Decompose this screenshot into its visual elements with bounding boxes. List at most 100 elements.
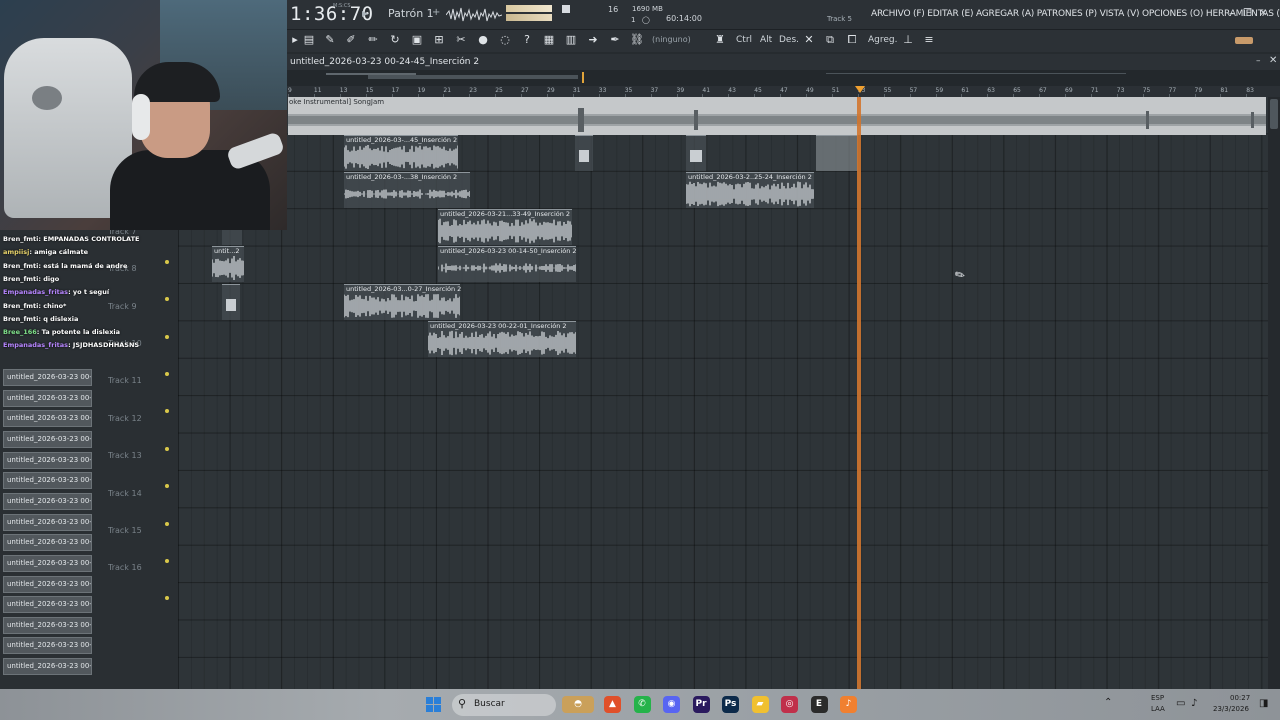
whatsapp-icon[interactable]: ✆	[633, 696, 651, 713]
arrow-right-icon[interactable]: ➜	[586, 33, 600, 47]
clip-browser-item[interactable]: untitled_2026-03-23 00-	[3, 451, 92, 469]
clip-browser-item[interactable]: untitled_2026-03-23 00-	[3, 410, 92, 428]
copy-icon[interactable]: ⧉	[823, 33, 837, 47]
clip-browser-item[interactable]: untitled_2026-03-23 00-	[3, 616, 92, 634]
help-icon[interactable]: ?	[520, 33, 534, 47]
photoshop-icon[interactable]: Ps	[722, 696, 739, 713]
clip-browser-item[interactable]: untitled_2026-03-23 00-	[3, 472, 92, 490]
premiere-icon[interactable]: Pr	[692, 696, 710, 713]
audio-clip[interactable]: untitled_2026-03...0-27_Inserción 2	[344, 284, 461, 320]
browser-icon[interactable]: ▤	[302, 33, 316, 47]
clip-browser-item[interactable]: untitled_2026-03-23 00-	[3, 389, 92, 407]
clip-browser-item[interactable]: untitled_2026-03-23 00-	[3, 492, 92, 510]
track-active-dot[interactable]	[165, 559, 169, 563]
taskbar-search[interactable]: ⚲ Buscar	[452, 694, 556, 716]
track-active-dot[interactable]	[165, 409, 169, 414]
short-audio-clip[interactable]	[222, 284, 240, 320]
clip-browser-item[interactable]: untitled_2026-03-23 00-	[3, 637, 92, 655]
brave-icon[interactable]: ▲	[604, 696, 621, 713]
play-mode-icon[interactable]: ▶	[362, 9, 368, 18]
clip-browser-item[interactable]: untitled_2026-03-23 00-	[3, 369, 92, 386]
epic-games-icon[interactable]: E	[810, 696, 828, 713]
volume-icon[interactable]: ♪	[1191, 698, 1197, 709]
pen-icon[interactable]: ✒	[608, 33, 622, 47]
loop-icon[interactable]: ↻	[388, 33, 402, 47]
trash-icon[interactable]: ≡	[922, 33, 936, 47]
tray-expand-icon[interactable]: ⌃	[1104, 697, 1112, 708]
vertical-scrollbar[interactable]	[1268, 97, 1280, 689]
bell-icon[interactable]: ♜	[713, 33, 727, 47]
audio-clip[interactable]: untitled_2026-03-23 00-14-50_Inserción 2	[438, 246, 577, 282]
burger-app-icon[interactable]: ◓	[562, 696, 594, 713]
add-pattern-icon[interactable]: +	[432, 7, 440, 18]
short-audio-clip[interactable]	[575, 135, 593, 171]
brush-icon[interactable]: ✐	[344, 33, 358, 47]
audio-clip[interactable]: untitled_2026-03-...38_Inserción 2	[344, 172, 470, 208]
stop-icon[interactable]	[562, 5, 570, 13]
audio-clip[interactable]: untitled_2026-03-23 00-22-01_Inserción 2	[428, 321, 576, 357]
clip-browser-item[interactable]: untitled_2026-03-23 00-	[3, 430, 92, 448]
notifications-icon[interactable]: ◨	[1259, 698, 1268, 709]
fl-studio-icon[interactable]: ♪	[840, 696, 857, 713]
clip-browser-item[interactable]: untitled_2026-03-23 00-	[3, 575, 92, 593]
clip-browser-item[interactable]: untitled_2026-03-23 00-	[3, 513, 92, 531]
chat-icon[interactable]: ◌	[498, 33, 512, 47]
save-icon[interactable]: ▣	[410, 33, 424, 47]
horizontal-scrollbar[interactable]	[368, 75, 578, 79]
record-icon[interactable]: ●	[476, 33, 490, 47]
playlist-minimize-icon[interactable]: –	[1256, 56, 1261, 66]
piano-icon[interactable]: ▥	[564, 33, 578, 47]
track-active-dot[interactable]	[165, 521, 169, 526]
short-audio-clip[interactable]	[686, 135, 706, 171]
delete-icon[interactable]: ✕	[802, 33, 816, 47]
overview-strip[interactable]	[286, 70, 1280, 86]
discord-icon[interactable]: ◉	[663, 696, 680, 713]
clip-browser-item[interactable]: untitled_2026-03-23 00-	[3, 554, 92, 572]
alt-button[interactable]: Alt	[760, 35, 772, 45]
snap-icon[interactable]: ⊥	[901, 33, 915, 47]
add-button[interactable]: Agreg.	[868, 35, 897, 45]
playback-marker[interactable]	[855, 86, 865, 93]
deselect-button[interactable]: Des.	[779, 35, 799, 45]
audio-clip[interactable]: untit...2	[212, 246, 244, 282]
audio-clip[interactable]: untitled_2026-03-2..25-24_Inserción 2	[686, 172, 814, 208]
audio-clip[interactable]: untitled_2026-03-21...33-49_Inserción 2	[438, 209, 572, 245]
link-icon[interactable]: ⛓	[630, 33, 644, 47]
paint-icon[interactable]: ✎	[323, 33, 337, 47]
system-date[interactable]: 23/3/2026	[1213, 705, 1249, 713]
track-active-dot[interactable]	[165, 484, 169, 489]
arrow-left-icon[interactable]: ▸	[288, 33, 302, 47]
keyboard-layout-label[interactable]: LAA	[1151, 705, 1165, 713]
pencil-icon[interactable]: ✏	[366, 33, 380, 47]
clip-browser-item[interactable]: untitled_2026-03-23 00-	[3, 534, 92, 552]
clip-browser-item[interactable]: untitled_2026-03-23 00-	[3, 596, 92, 614]
audio-clip[interactable]: untitled_2026-03-...45_Inserción 2	[344, 135, 458, 171]
timeline-ruler[interactable]: 9 11 13 15 17 19 21 23 25 27 29 31 33 35 37 39 41 43 45 47 4…	[286, 86, 1280, 97]
minimize-icon[interactable]: –	[1229, 8, 1234, 19]
language-label[interactable]: ESP	[1151, 694, 1164, 702]
maximize-icon[interactable]: ❐	[1243, 8, 1252, 19]
playhead[interactable]	[857, 97, 861, 689]
track-active-dot[interactable]	[165, 596, 169, 601]
faded-audio-clip[interactable]	[816, 135, 858, 171]
playlist-close-icon[interactable]: ✕	[1269, 55, 1277, 66]
file-explorer-icon[interactable]: ▰	[751, 696, 769, 713]
stamp-icon[interactable]: ⊞	[432, 33, 446, 47]
color-swatch[interactable]	[1235, 37, 1253, 44]
pattern-selector[interactable]: Patrón 1	[388, 7, 434, 20]
main-menu[interactable]: ARCHIVO (F) EDITAR (E) AGREGAR (A) PATRO…	[871, 9, 1280, 19]
song-audio-clip[interactable]: oke Instrumental] SongJam	[288, 97, 1266, 135]
obs-icon[interactable]: ◎	[781, 696, 798, 713]
close-icon[interactable]: ✕	[1259, 8, 1267, 19]
snap-none-label[interactable]: (ninguno)	[652, 35, 691, 44]
ctrl-button[interactable]: Ctrl	[736, 35, 752, 45]
clip-browser-item[interactable]: untitled_2026-03-23 00-	[3, 658, 92, 676]
cut-icon[interactable]: ✂	[454, 33, 468, 47]
title-arrow-icon[interactable]: ›	[464, 57, 467, 66]
track-active-dot[interactable]	[165, 446, 169, 451]
network-icon[interactable]: ▭	[1176, 698, 1185, 709]
start-button[interactable]	[426, 697, 441, 712]
vertical-scrollbar-thumb[interactable]	[1270, 99, 1278, 129]
system-time[interactable]: 00:27	[1230, 694, 1250, 702]
tools-icon[interactable]: ▦	[542, 33, 556, 47]
